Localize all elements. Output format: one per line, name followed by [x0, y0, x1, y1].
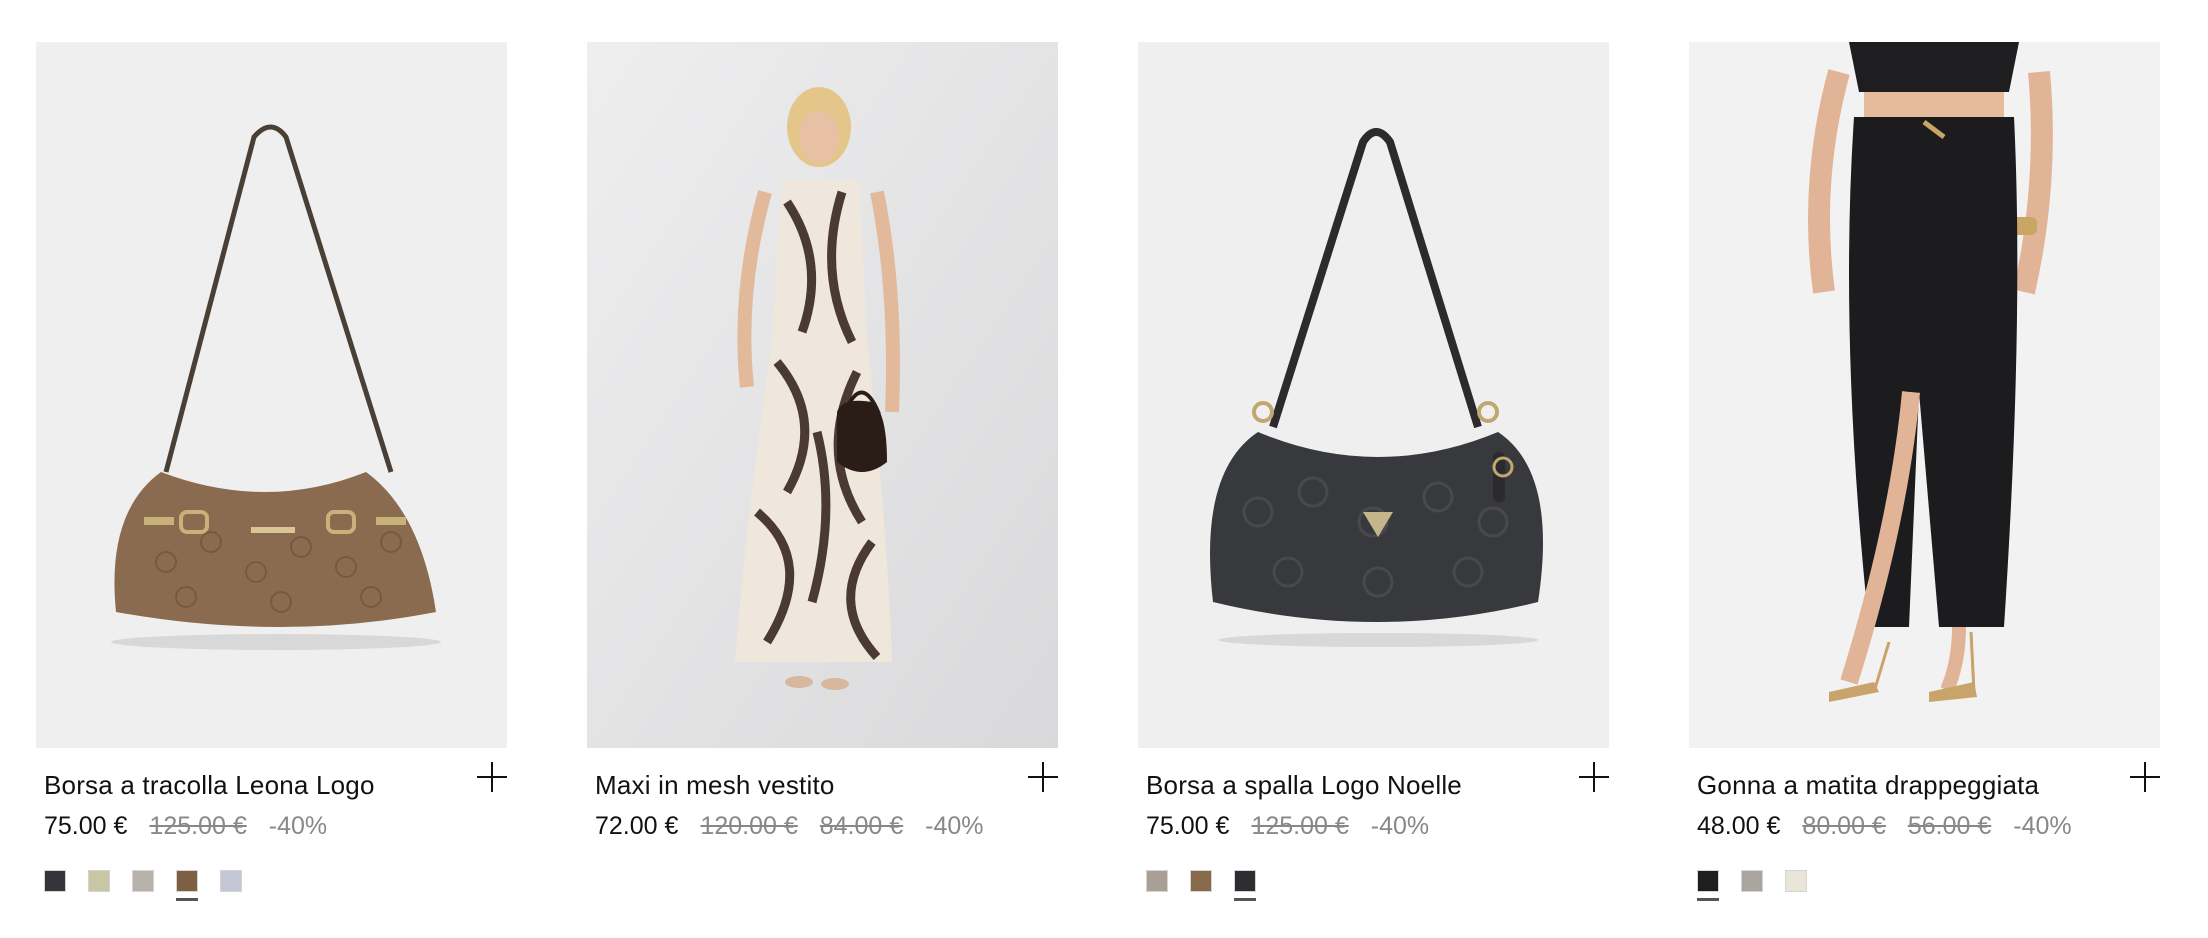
- current-price: 72.00 €: [595, 812, 679, 840]
- discount-badge: -40%: [2013, 812, 2072, 840]
- product-image[interactable]: [1689, 42, 2160, 748]
- product-image[interactable]: [36, 42, 507, 748]
- add-to-cart-plus-icon[interactable]: [1579, 762, 1609, 792]
- original-price: 125.00 €: [1251, 812, 1349, 840]
- discount-badge: -40%: [925, 812, 984, 840]
- discount-badge: -40%: [1370, 812, 1430, 840]
- original-price: 125.00 €: [149, 812, 247, 840]
- price-row: 75.00 € 125.00 € -40%: [1146, 812, 1429, 841]
- product-card[interactable]: Borsa a spalla Logo Noelle 75.00 € 125.0…: [1138, 42, 1609, 938]
- color-swatches: [1697, 870, 1807, 901]
- product-image[interactable]: [1138, 42, 1609, 748]
- current-price: 75.00 €: [1146, 812, 1230, 840]
- product-image[interactable]: [587, 42, 1058, 748]
- product-card[interactable]: Gonna a matita drappeggiata 48.00 € 80.0…: [1689, 42, 2160, 938]
- color-swatch[interactable]: [132, 870, 154, 892]
- add-to-cart-plus-icon[interactable]: [2130, 762, 2160, 792]
- price-row: 75.00 € 125.00 € -40%: [44, 812, 327, 841]
- color-swatch[interactable]: [1234, 870, 1256, 901]
- color-swatch[interactable]: [220, 870, 242, 892]
- color-swatch[interactable]: [1697, 870, 1719, 901]
- price-row: 48.00 € 80.00 € 56.00 € -40%: [1697, 812, 2072, 841]
- add-to-cart-plus-icon[interactable]: [477, 762, 507, 792]
- current-price: 75.00 €: [44, 812, 128, 840]
- intermediate-price: 84.00 €: [819, 812, 904, 840]
- discount-badge: -40%: [268, 812, 328, 840]
- color-swatch[interactable]: [1190, 870, 1212, 892]
- product-card[interactable]: Borsa a tracolla Leona Logo 75.00 € 125.…: [36, 42, 507, 938]
- product-title[interactable]: Maxi in mesh vestito: [595, 770, 835, 801]
- product-title[interactable]: Gonna a matita drappeggiata: [1697, 770, 2039, 801]
- product-title[interactable]: Borsa a spalla Logo Noelle: [1146, 770, 1462, 801]
- color-swatch[interactable]: [1146, 870, 1168, 892]
- color-swatch[interactable]: [44, 870, 66, 892]
- add-to-cart-plus-icon[interactable]: [1028, 762, 1058, 792]
- color-swatch[interactable]: [1741, 870, 1763, 892]
- original-price: 80.00 €: [1802, 812, 1886, 840]
- color-swatch[interactable]: [1785, 870, 1807, 892]
- color-swatches: [1146, 870, 1256, 901]
- product-card[interactable]: Maxi in mesh vestito 72.00 € 120.00 € 84…: [587, 42, 1058, 938]
- current-price: 48.00 €: [1697, 812, 1781, 840]
- original-price: 120.00 €: [700, 812, 798, 840]
- intermediate-price: 56.00 €: [1907, 812, 1992, 840]
- color-swatches: [44, 870, 242, 901]
- price-row: 72.00 € 120.00 € 84.00 € -40%: [595, 812, 984, 841]
- color-swatch[interactable]: [176, 870, 198, 901]
- product-title[interactable]: Borsa a tracolla Leona Logo: [44, 770, 375, 801]
- product-grid: Borsa a tracolla Leona Logo 75.00 € 125.…: [36, 42, 2160, 938]
- color-swatch[interactable]: [88, 870, 110, 892]
